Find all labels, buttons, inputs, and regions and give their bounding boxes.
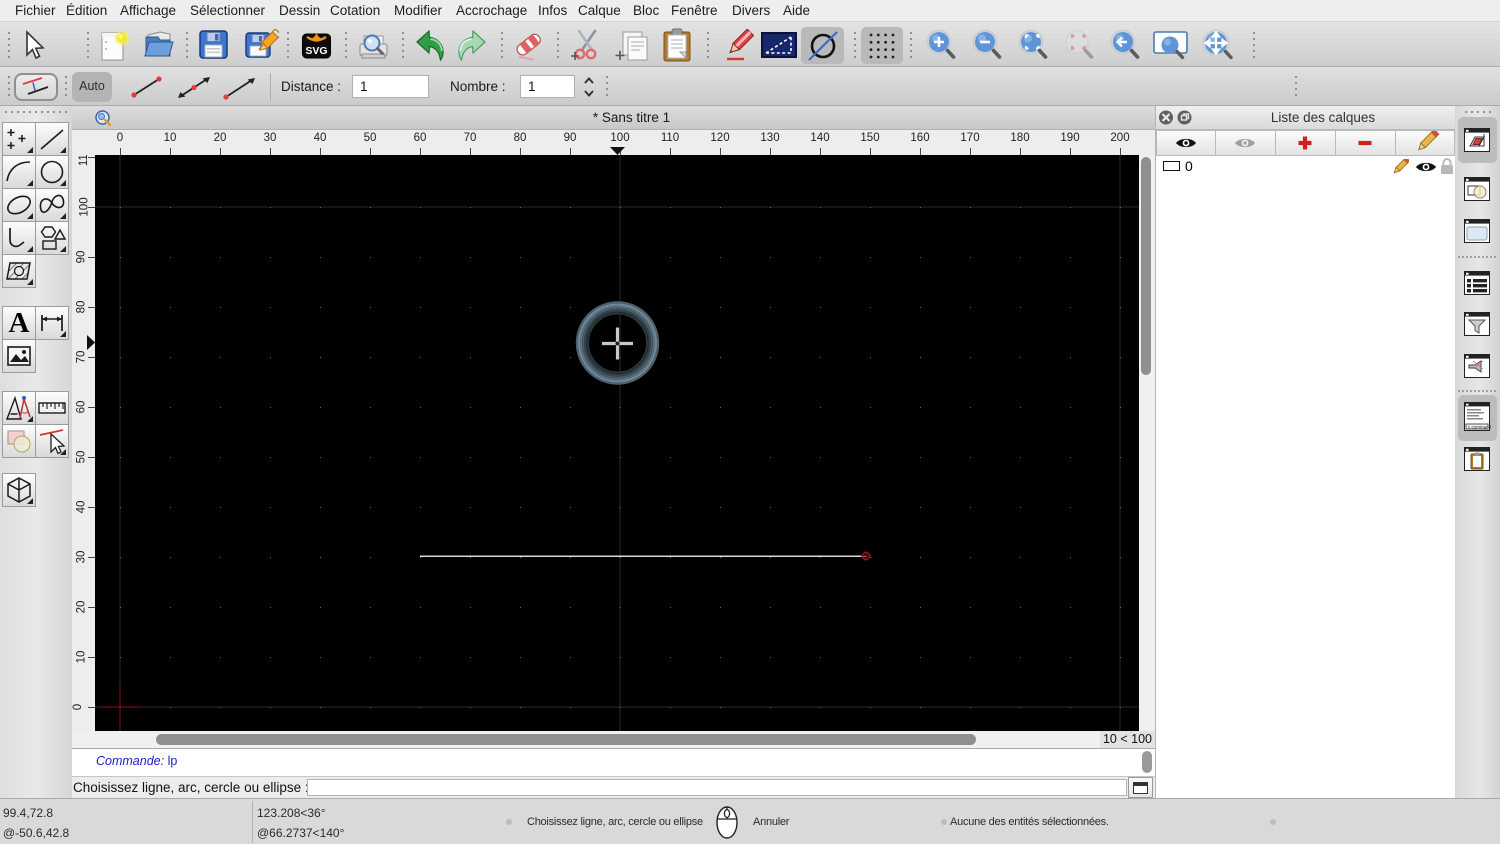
svg-text:SVG: SVG: [305, 45, 327, 57]
svg-text:c command: c command: [1468, 424, 1492, 429]
